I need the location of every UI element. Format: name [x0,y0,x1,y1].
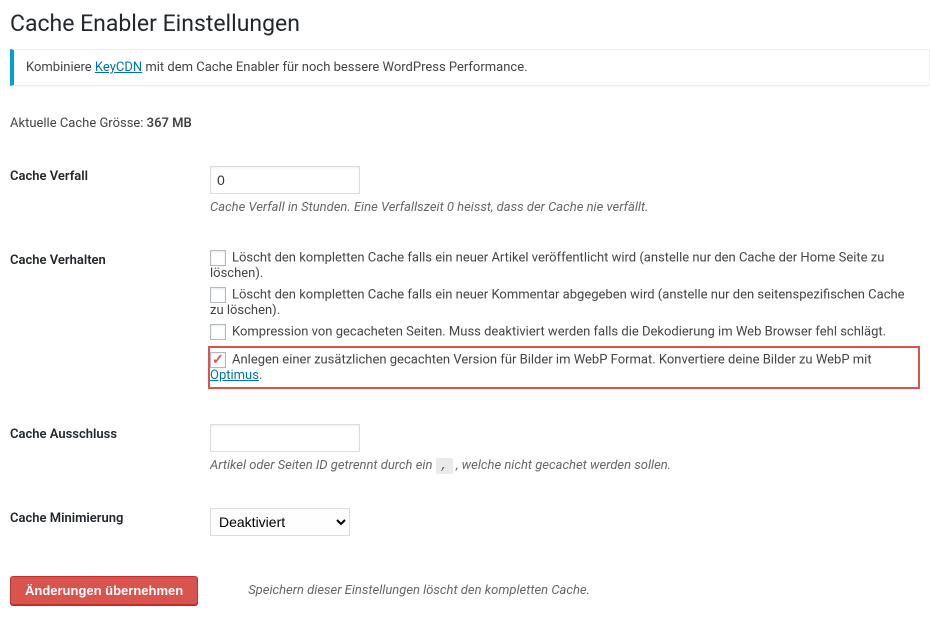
behavior-text-3-pre: Anlegen einer zusätzlichen gecachten Ver… [232,352,872,367]
expiry-description: Cache Verfall in Stunden. Eine Verfallsz… [210,200,920,215]
exclusion-input[interactable] [210,424,360,452]
cache-size-text: Aktuelle Cache Grösse: [10,116,147,131]
behavior-highlight-row: Anlegen einer zusätzlichen gecachten Ver… [208,346,920,389]
behavior-option-3[interactable]: Anlegen einer zusätzlichen gecachten Ver… [210,352,914,383]
exclusion-desc-pre: Artikel oder Seiten ID getrennt durch ei… [210,458,436,473]
save-button[interactable]: Änderungen übernehmen [10,576,198,605]
minify-select[interactable]: Deaktiviert [210,508,350,536]
notice-text-post: mit dem Cache Enabler für noch bessere W… [142,60,527,75]
behavior-option-1[interactable]: Löscht den kompletten Cache falls ein ne… [210,287,920,318]
minify-label: Cache Minimierung [10,493,210,556]
behavior-checkbox-0[interactable] [210,250,226,266]
page-title: Cache Enabler Einstellungen [10,10,930,37]
expiry-input[interactable] [210,166,360,194]
cache-size-value: 367 MB [147,116,192,131]
exclusion-desc-post: , welche nicht gecachet werden sollen. [453,458,671,473]
info-notice: Kombiniere KeyCDN mit dem Cache Enabler … [10,49,930,86]
behavior-option-0[interactable]: Löscht den kompletten Cache falls ein ne… [210,250,920,281]
behavior-option-2[interactable]: Kompression von gecacheten Seiten. Muss … [210,324,920,340]
expiry-label: Cache Verfall [10,151,210,235]
optimus-link[interactable]: Optimus [210,368,259,383]
behavior-text-2: Kompression von gecacheten Seiten. Muss … [232,324,886,339]
cache-size-label: Aktuelle Cache Grösse: 367 MB [10,116,930,131]
behavior-label: Cache Verhalten [10,235,210,409]
keycdn-link[interactable]: KeyCDN [95,60,142,75]
exclusion-code: , [436,458,453,474]
behavior-checkbox-1[interactable] [210,287,226,303]
behavior-text-0: Löscht den kompletten Cache falls ein ne… [210,250,884,281]
behavior-text-3-post: . [259,368,262,383]
behavior-checkbox-2[interactable] [210,324,226,340]
behavior-text-1: Löscht den kompletten Cache falls ein ne… [210,287,905,318]
exclusion-label: Cache Ausschluss [10,409,210,493]
save-note: Speichern dieser Einstellungen löscht de… [248,583,590,598]
notice-text-pre: Kombiniere [26,60,95,75]
exclusion-description: Artikel oder Seiten ID getrennt durch ei… [210,458,920,473]
behavior-checkbox-3[interactable] [210,352,226,368]
